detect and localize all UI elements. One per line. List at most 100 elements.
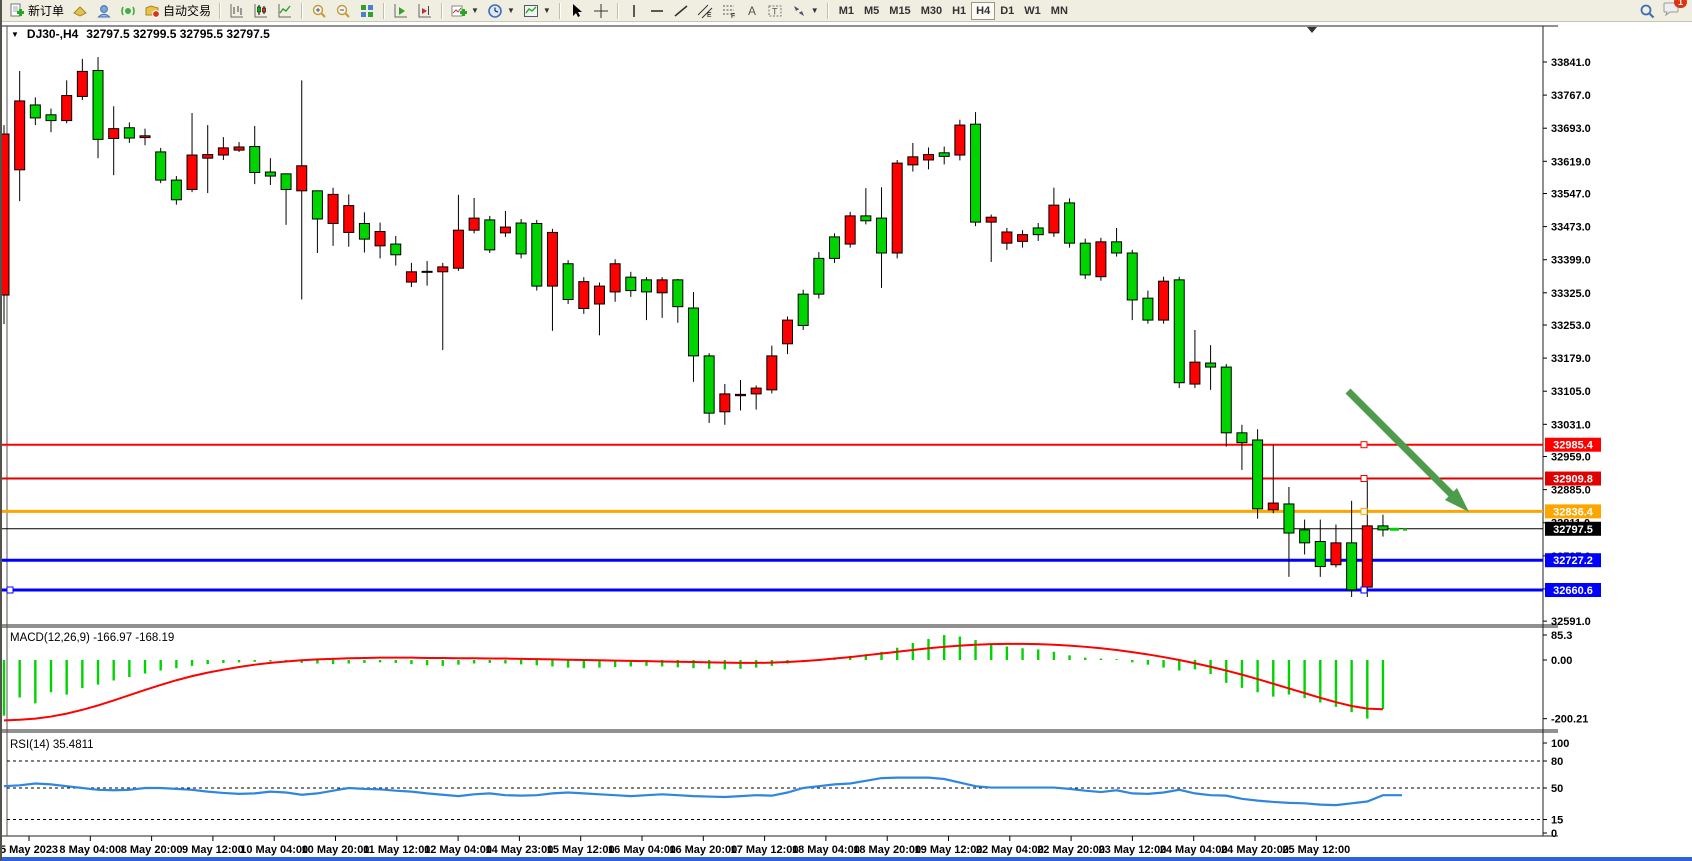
macd-tick-label: -200.21 (1551, 714, 1588, 726)
candle (673, 280, 683, 307)
line-handle[interactable] (7, 587, 13, 593)
candle (297, 166, 307, 191)
indicators-button[interactable]: ▼ (448, 1, 482, 21)
candle (657, 280, 667, 293)
text-label-button[interactable]: T (764, 1, 786, 21)
candle (1112, 242, 1122, 253)
tile-windows-button[interactable] (356, 1, 378, 21)
price-tick-label: 33399.0 (1551, 255, 1591, 267)
price-badge-label: 32985.4 (1553, 440, 1594, 452)
chart-shift-button[interactable] (414, 1, 436, 21)
crosshair-button[interactable] (590, 1, 612, 21)
macd-signal-line (4, 644, 1383, 720)
candle (924, 155, 934, 160)
line-handle[interactable] (1361, 508, 1367, 514)
signals-icon (120, 3, 136, 19)
candle (469, 218, 479, 230)
arrows-button[interactable]: ▼ (788, 1, 822, 21)
timeframe-h1[interactable]: H1 (947, 2, 971, 20)
candle (1002, 232, 1012, 243)
auto-scroll-button[interactable] (390, 1, 412, 21)
template-icon (523, 3, 539, 19)
candle (1284, 504, 1294, 533)
candle (516, 223, 526, 254)
price-tick-label: 33179.0 (1551, 353, 1591, 365)
time-tick-label: 15 May 12:00 (547, 844, 615, 856)
rsi-label: RSI(14) 35.4811 (10, 739, 94, 751)
indicators-icon (451, 3, 467, 19)
time-tick-label: 22 May 20:00 (1037, 844, 1105, 856)
chart-canvas[interactable]: 33841.033767.033693.033619.033547.033473… (2, 22, 1692, 861)
line-handle[interactable] (1361, 442, 1367, 448)
candle (1347, 543, 1357, 590)
text-button[interactable]: A (742, 1, 762, 21)
text-icon: A (745, 3, 759, 19)
candle (861, 216, 871, 221)
notification-badge: 1 (1674, 0, 1687, 8)
candle (2, 134, 9, 295)
chart-bars-button[interactable] (226, 1, 248, 21)
chart-candles-button[interactable] (250, 1, 272, 21)
market-icon (72, 3, 88, 19)
chart-title-row: ▼ DJ30-,H4 32797.5 32799.5 32795.5 32797… (11, 27, 270, 41)
chat-button[interactable]: 1 (1663, 0, 1680, 21)
rsi-tick-label: 0 (1551, 828, 1557, 840)
candle (688, 308, 698, 356)
vertical-line-button[interactable] (624, 1, 644, 21)
trend-line-button[interactable] (670, 1, 692, 21)
new-order-label: 新订单 (28, 2, 64, 19)
timeframe-w1[interactable]: W1 (1019, 2, 1046, 20)
chart-line-icon (277, 3, 293, 19)
line-handle[interactable] (1361, 476, 1367, 482)
timeframe-m1[interactable]: M1 (834, 2, 859, 20)
signals-button[interactable] (117, 1, 139, 21)
candle (187, 155, 197, 189)
chart-line-button[interactable] (274, 1, 296, 21)
templates-button[interactable]: ▼ (520, 1, 554, 21)
candle (218, 148, 228, 155)
auto-trading-button[interactable]: 自动交易 (141, 1, 214, 21)
candle (312, 191, 322, 219)
cursor-button[interactable] (566, 1, 588, 21)
zoom-in-button[interactable] (308, 1, 330, 21)
rsi-tick-label: 15 (1551, 815, 1563, 827)
fibonacci-button[interactable]: F (718, 1, 740, 21)
timeframe-m15[interactable]: M15 (884, 2, 915, 20)
timeframe-m5[interactable]: M5 (859, 2, 884, 20)
candle (830, 237, 840, 258)
equidistant-channel-button[interactable]: E (694, 1, 716, 21)
vertical-line-icon (627, 3, 641, 19)
time-tick-label: 23 May 12:00 (1098, 844, 1166, 856)
time-tick-label: 9 May 12:00 (182, 844, 244, 856)
horizontal-line-button[interactable] (646, 1, 668, 21)
timeframe-d1[interactable]: D1 (995, 2, 1019, 20)
zoom-in-icon (311, 3, 327, 19)
price-tick-label: 32885.0 (1551, 485, 1591, 497)
new-order-button[interactable]: 新订单 (6, 1, 67, 21)
trend-line-icon (673, 3, 689, 19)
zoom-out-button[interactable] (332, 1, 354, 21)
timeframe-mn[interactable]: MN (1046, 2, 1073, 20)
candle (93, 70, 103, 139)
price-tick-label: 33325.0 (1551, 288, 1591, 300)
candle (453, 230, 463, 268)
dropdown-caret-icon: ▼ (471, 6, 479, 15)
market-button[interactable] (69, 1, 91, 21)
periods-button[interactable]: ▼ (484, 1, 518, 21)
toolbar-separator (219, 3, 221, 19)
line-handle[interactable] (1361, 587, 1367, 593)
candle (1174, 280, 1184, 383)
svg-text:A: A (748, 4, 756, 18)
auto-trading-label: 自动交易 (163, 2, 211, 19)
search-icon[interactable] (1639, 3, 1655, 19)
candle (1159, 281, 1169, 320)
collapse-triangle-icon[interactable]: ▼ (11, 30, 19, 39)
timeframe-h4[interactable]: H4 (971, 2, 995, 20)
candle (46, 115, 56, 121)
toolbar-separator (827, 3, 829, 19)
svg-text:T: T (772, 6, 778, 16)
timeframe-group: M1M5M15M30H1H4D1W1MN (834, 1, 1073, 20)
timeframe-m30[interactable]: M30 (916, 2, 947, 20)
macd-tick-label: 0.00 (1551, 655, 1572, 667)
publisher-button[interactable] (93, 1, 115, 21)
